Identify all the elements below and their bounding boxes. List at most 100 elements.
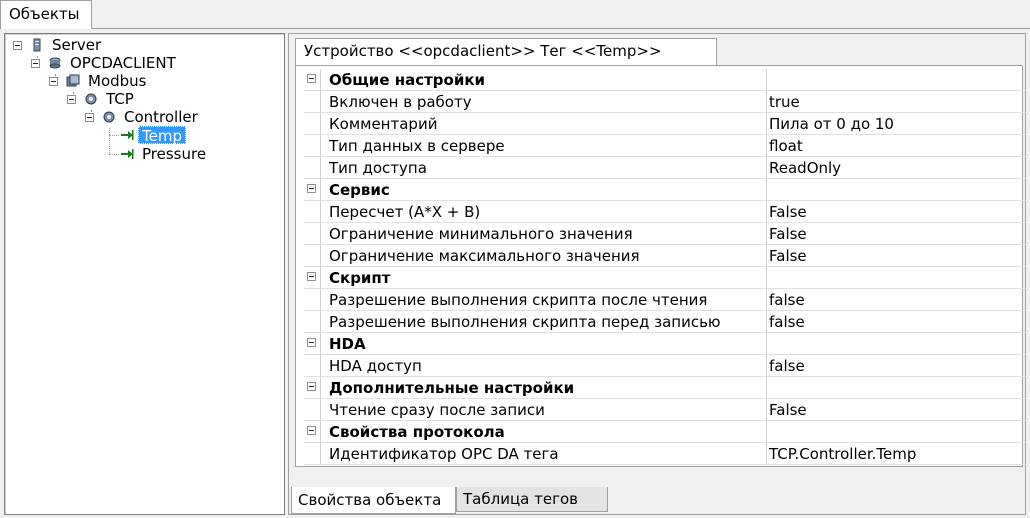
property-grid[interactable]: Общие настройки Включен в работу true Комме… — [304, 69, 1026, 465]
row-gutter — [304, 179, 320, 200]
property-name: Чтение сразу после записи — [320, 399, 767, 420]
row-gutter — [304, 311, 320, 332]
property-value[interactable]: false — [767, 289, 1026, 310]
tab-tag-table[interactable]: Таблица тегов — [456, 487, 608, 512]
property-row[interactable]: Разрешение выполнения скрипта перед запи… — [304, 311, 1026, 333]
property-value — [767, 267, 1026, 288]
property-value[interactable]: true — [767, 91, 1026, 112]
row-gutter — [304, 267, 320, 288]
row-gutter — [304, 421, 320, 442]
property-row[interactable]: Тип доступа ReadOnly — [304, 157, 1026, 179]
tag-arrow-icon — [121, 149, 134, 159]
property-row[interactable]: Комментарий Пила от 0 до 10 — [304, 113, 1026, 135]
property-row[interactable]: Тип данных в сервере float — [304, 135, 1026, 157]
property-row[interactable]: Включен в работу true — [304, 91, 1026, 113]
property-category-row[interactable]: Дополнительные настройки — [304, 377, 1026, 399]
property-category-row[interactable]: Скрипт — [304, 267, 1026, 289]
tcp-icon — [85, 93, 97, 105]
tree-node-tcp[interactable]: TCP — [103, 90, 137, 108]
row-gutter — [304, 245, 320, 266]
category-label: HDA — [320, 333, 767, 354]
top-tab-strip: Объекты — [0, 0, 1030, 29]
category-collapse-toggle[interactable] — [307, 272, 316, 281]
object-tree[interactable]: Server OPCDACLIENT Modbus TCP Controller… — [4, 33, 285, 515]
property-value — [767, 421, 1026, 442]
property-row[interactable]: Идентификатор OPC DA тега TCP.Controller.… — [304, 443, 1026, 465]
property-value — [767, 179, 1026, 200]
row-gutter — [304, 443, 320, 464]
tree-line — [109, 128, 110, 155]
row-gutter — [304, 223, 320, 244]
property-value[interactable]: ReadOnly — [767, 157, 1026, 178]
collapse-toggle[interactable] — [13, 41, 22, 50]
collapse-toggle[interactable] — [85, 113, 94, 122]
property-category-row[interactable]: HDA — [304, 333, 1026, 355]
property-value[interactable]: False — [767, 223, 1026, 244]
property-name: Ограничение максимального значения — [320, 245, 767, 266]
collapse-toggle[interactable] — [67, 95, 76, 104]
category-collapse-toggle[interactable] — [307, 338, 316, 347]
category-collapse-toggle[interactable] — [307, 426, 316, 435]
row-gutter — [304, 157, 320, 178]
category-collapse-toggle[interactable] — [307, 184, 316, 193]
property-name: Пересчет (A*X + B) — [320, 201, 767, 222]
row-gutter — [304, 91, 320, 112]
row-gutter — [304, 333, 320, 354]
property-value[interactable]: False — [767, 399, 1026, 420]
tree-node-pressure[interactable]: Pressure — [139, 145, 209, 163]
property-row[interactable]: Разрешение выполнения скрипта после чтен… — [304, 289, 1026, 311]
category-label: Дополнительные настройки — [320, 377, 767, 398]
row-gutter — [304, 113, 320, 134]
tag-arrow-icon — [121, 130, 134, 140]
tab-object-properties[interactable]: Свойства объекта — [291, 487, 456, 514]
tree-line — [109, 154, 119, 155]
modbus-icon — [66, 74, 80, 87]
property-grid-frame: Общие настройки Включен в работу true Комме… — [295, 65, 1026, 467]
app-window: Объекты Server OPCDACLIENT Modbus TCP Co… — [0, 0, 1030, 518]
property-row[interactable]: Ограничение максимального значения False — [304, 245, 1026, 267]
tree-node-opcdaclient[interactable]: OPCDACLIENT — [67, 54, 179, 72]
row-gutter — [304, 135, 320, 156]
property-value[interactable]: false — [767, 355, 1026, 376]
property-value[interactable]: false — [767, 311, 1026, 332]
category-label: Скрипт — [320, 267, 767, 288]
property-row[interactable]: Чтение сразу после записи False — [304, 399, 1026, 421]
row-gutter — [304, 377, 320, 398]
tab-device-tag[interactable]: Устройство <<opcdaclient>> Тег <<Temp>> — [295, 38, 717, 66]
property-value[interactable]: TCP.Controller.Temp — [767, 443, 1026, 464]
property-name: HDA доступ — [320, 355, 767, 376]
tree-node-controller[interactable]: Controller — [121, 108, 201, 126]
category-label: Общие настройки — [320, 69, 767, 90]
collapse-toggle[interactable] — [49, 77, 58, 86]
property-name: Тип данных в сервере — [320, 135, 767, 156]
tree-node-server[interactable]: Server — [49, 36, 104, 54]
tree-node-temp[interactable]: Temp — [138, 126, 186, 145]
properties-panel: Устройство <<opcdaclient>> Тег <<Temp>> … — [288, 33, 1026, 515]
tree-line — [109, 135, 119, 136]
property-row[interactable]: HDA доступ false — [304, 355, 1026, 377]
property-value[interactable]: False — [767, 245, 1026, 266]
property-category-row[interactable]: Общие настройки — [304, 69, 1026, 91]
property-name: Идентификатор OPC DA тега — [320, 443, 767, 464]
property-value[interactable]: float — [767, 135, 1026, 156]
property-name: Ограничение минимального значения — [320, 223, 767, 244]
row-gutter — [304, 69, 320, 90]
tree-node-modbus[interactable]: Modbus — [85, 72, 149, 90]
property-value[interactable]: Пила от 0 до 10 — [767, 113, 1026, 134]
server-icon — [33, 38, 41, 52]
property-category-row[interactable]: Сервис — [304, 179, 1026, 201]
category-label: Сервис — [320, 179, 767, 200]
opc-client-icon — [49, 57, 61, 69]
property-value[interactable]: False — [767, 201, 1026, 222]
property-value — [767, 69, 1026, 90]
row-gutter — [304, 399, 320, 420]
property-name: Комментарий — [320, 113, 767, 134]
property-row[interactable]: Пересчет (A*X + B) False — [304, 201, 1026, 223]
tab-objects[interactable]: Объекты — [0, 0, 92, 29]
category-collapse-toggle[interactable] — [307, 382, 316, 391]
property-value — [767, 333, 1026, 354]
category-collapse-toggle[interactable] — [307, 74, 316, 83]
property-row[interactable]: Ограничение минимального значения False — [304, 223, 1026, 245]
collapse-toggle[interactable] — [31, 59, 40, 68]
property-category-row[interactable]: Свойства протокола — [304, 421, 1026, 443]
